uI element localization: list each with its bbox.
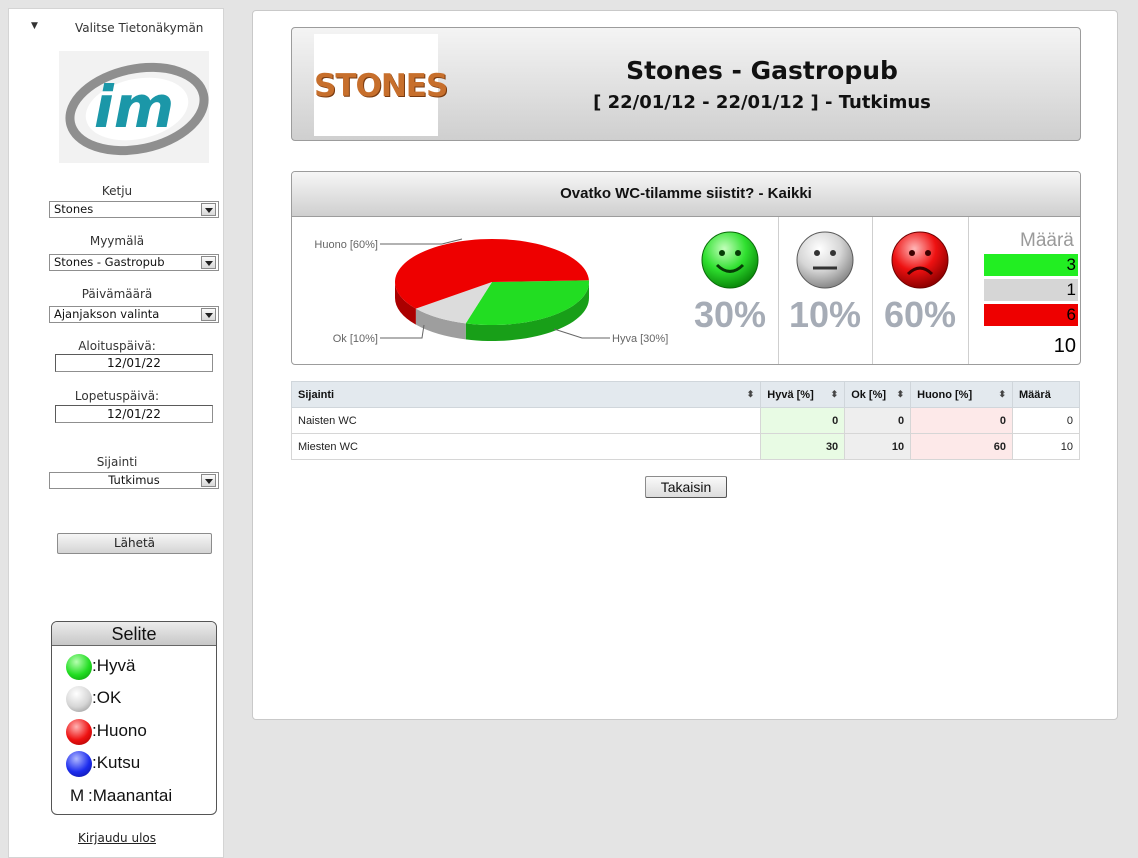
sort-icon[interactable]: ⬍ [897,389,905,400]
chain-label: Ketju [101,184,133,198]
legend-box: Selite :Hyvä :OK :Huono :Kutsu M :Maanan… [51,621,217,815]
location-select[interactable]: Tutkimus [49,472,219,489]
im-logo: im [59,51,209,163]
legend-title: Selite [52,622,216,646]
cell-bad: 60 [910,433,1014,460]
end-date-label: Lopetuspäivä: [74,389,160,403]
cell-bad: 0 [910,407,1014,434]
neutral-face-icon [796,231,854,289]
divider [872,217,873,364]
chevron-down-icon[interactable] [201,256,216,269]
collapse-caret-icon[interactable]: ▼ [31,21,38,31]
send-button[interactable]: Lähetä [57,533,212,554]
pie-leader-line [380,238,463,245]
store-label: Myymälä [89,234,145,248]
date-label: Päivämäärä [81,287,153,301]
back-button[interactable]: Takaisin [645,476,727,498]
chain-select[interactable]: Stones [49,201,219,218]
table-row: Naisten WC 0 0 0 0 [290,407,1080,434]
view-selector-title: Valitse Tietonäkymän [75,21,204,35]
ok-percent: 10% [788,294,862,335]
date-range-select-value: Ajanjakson valinta [54,307,160,321]
monday-letter: M [70,786,85,805]
brand-text: STONES [314,68,448,104]
view-selector-header[interactable]: ▼ Valitse Tietonäkymän [9,19,225,39]
question-panel: Ovatko WC-tilamme siistit? - Kaikki Huon… [291,171,1081,365]
good-count: 3 [984,254,1078,276]
col-header-location[interactable]: Sijainti ⬍ [290,381,762,408]
count-header: Määrä [1020,230,1074,251]
sidebar: ▼ Valitse Tietonäkymän im Ketju Stones M… [8,8,224,858]
cell-count: 0 [1012,407,1080,434]
table-row: Miesten WC 30 10 60 10 [290,433,1080,460]
col-header-bad[interactable]: Huono [%] ⬍ [910,381,1014,408]
start-date-input[interactable]: 12/01/22 [55,354,213,372]
start-date-label: Aloituspäivä: [78,339,156,353]
pie-label: Hyva [30%] [612,333,668,345]
col-header-ok[interactable]: Ok [%] ⬍ [844,381,912,408]
page-subtitle: [ 22/01/12 - 22/01/12 ] - Tutkimus [593,92,931,113]
chain-select-value: Stones [54,202,94,216]
total-count: 10 [1053,335,1076,357]
pie-label: Huono [60%] [314,239,378,251]
green-dot-icon [66,654,92,680]
col-header-count[interactable]: Määrä [1012,381,1080,408]
results-table: Sijainti ⬍ Hyvä [%] ⬍ Ok [%] ⬍ Huono [%] ⬍ M… [290,381,1080,460]
question-title: Ovatko WC-tilamme siistit? - Kaikki [292,172,1080,217]
main-panel: STONES Stones - Gastropub [ 22/01/12 - 2… [252,10,1118,720]
pie-label: Ok [10%] [333,333,378,345]
cell-good: 0 [760,407,846,434]
end-date-input[interactable]: 12/01/22 [55,405,213,423]
store-select-value: Stones - Gastropub [54,255,165,269]
divider [778,217,779,364]
gray-dot-icon [66,686,92,712]
ok-count: 1 [984,279,1078,301]
store-select[interactable]: Stones - Gastropub [49,254,219,271]
cell-count: 10 [1012,433,1080,460]
location-label: Sijainti [96,455,138,469]
table-header-row: Sijainti ⬍ Hyvä [%] ⬍ Ok [%] ⬍ Huono [%] ⬍ M… [290,381,1080,408]
sort-icon[interactable]: ⬍ [747,389,755,400]
page-title: Stones - Gastropub [626,56,898,85]
chevron-down-icon[interactable] [201,474,216,487]
location-select-value: Tutkimus [108,473,160,487]
logout-link[interactable]: Kirjaudu ulos [9,831,225,845]
good-percent: 30% [693,294,767,335]
bad-count: 6 [984,304,1078,326]
divider [968,217,969,364]
chevron-down-icon[interactable] [201,203,216,216]
red-dot-icon [66,719,92,745]
cell-ok: 10 [844,433,912,460]
cell-ok: 0 [844,407,912,434]
report-header: STONES Stones - Gastropub [ 22/01/12 - 2… [291,27,1081,141]
cell-location: Naisten WC [290,407,762,434]
sort-icon[interactable]: ⬍ [998,389,1006,400]
cell-location: Miesten WC [290,433,762,460]
happy-face-icon [701,231,759,289]
pie-leader-line [380,324,425,339]
date-range-select[interactable]: Ajanjakson valinta [49,306,219,323]
pie-chart: Huono [60%] Ok [10%] Hyva [30%] [314,238,668,345]
logo-text: im [94,73,174,141]
blue-dot-icon [66,751,92,777]
cell-good: 30 [760,433,846,460]
pie-leader-line [553,328,610,339]
sort-icon[interactable]: ⬍ [831,389,839,400]
brand-logo: STONES [314,34,448,136]
chevron-down-icon[interactable] [201,308,216,321]
sad-face-icon [891,231,949,289]
bad-percent: 60% [883,294,957,335]
col-header-good[interactable]: Hyvä [%] ⬍ [760,381,846,408]
